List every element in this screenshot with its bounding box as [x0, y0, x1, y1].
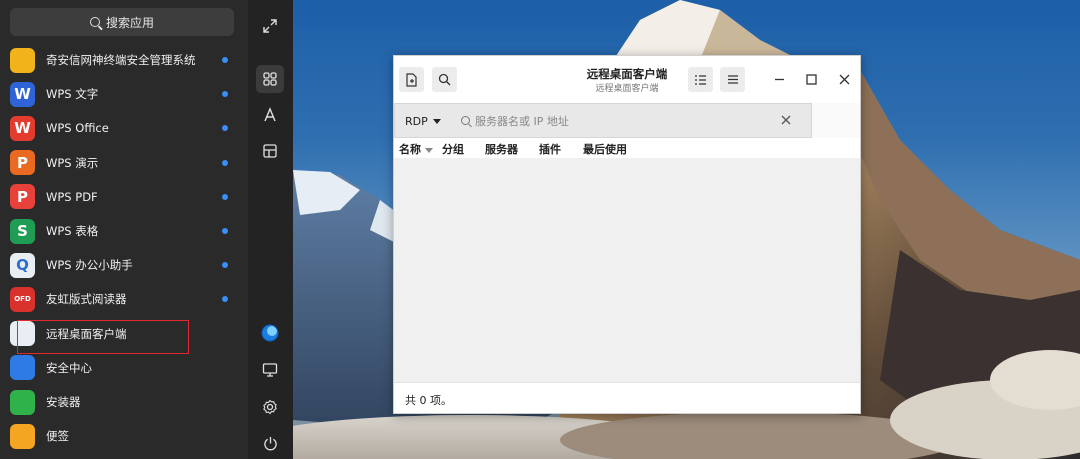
new-connection-icon: [406, 72, 417, 87]
hamburger-menu-icon: [727, 75, 738, 84]
new-app-indicator: [222, 193, 228, 200]
new-app-indicator: [222, 91, 228, 98]
maximize-button[interactable]: [801, 69, 821, 89]
wps-spreadsheet-icon: S: [10, 218, 35, 244]
connection-list[interactable]: [394, 158, 860, 382]
quick-connect-bar: RDP: [394, 103, 812, 138]
connection-list-header: 名称 分组 服务器 插件 最后使用: [394, 138, 860, 158]
app-item[interactable]: Q WPS 办公小助手: [0, 248, 248, 282]
app-item[interactable]: OFD 友虹版式阅读器: [0, 282, 248, 316]
wps-writer-icon: W: [10, 81, 35, 107]
notes-icon: [10, 423, 35, 449]
app-label: 奇安信网神终端安全管理系统: [46, 53, 196, 67]
close-icon: [839, 74, 849, 84]
clear-icon: [781, 115, 791, 125]
settings-gear-icon[interactable]: [256, 393, 284, 421]
search-icon: [438, 73, 451, 86]
column-group[interactable]: 分组: [442, 141, 464, 157]
main-menu-button[interactable]: [720, 67, 745, 92]
app-label: WPS 办公小助手: [46, 258, 133, 273]
installer-icon: [10, 389, 35, 415]
launcher-sidebar: [248, 0, 293, 459]
app-label: WPS Office: [46, 121, 109, 136]
app-label: WPS PDF: [46, 189, 98, 204]
app-item[interactable]: S WPS 表格: [0, 214, 248, 248]
list-view-icon: [695, 74, 706, 85]
app-label: 友虹版式阅读器: [46, 292, 127, 307]
app-label: WPS 演示: [46, 155, 99, 170]
protocol-value: RDP: [405, 114, 428, 128]
column-server[interactable]: 服务器: [485, 141, 518, 157]
new-connection-button[interactable]: [399, 67, 424, 92]
search-apps-box[interactable]: 搜索应用: [10, 8, 234, 36]
window-subtitle: 远程桌面客户端: [595, 84, 659, 94]
computer-icon[interactable]: [256, 356, 284, 384]
new-app-indicator: [222, 262, 228, 269]
protocol-dropdown[interactable]: RDP: [405, 112, 441, 130]
app-item[interactable]: W WPS Office: [0, 111, 248, 145]
column-name[interactable]: 名称: [399, 141, 433, 157]
app-label: WPS 文字: [46, 87, 99, 102]
sort-descending-icon: [425, 147, 433, 153]
status-bar: 共 0 项。: [394, 382, 860, 413]
maximize-icon: [805, 73, 817, 85]
close-button[interactable]: [834, 69, 854, 89]
app-label: 安装器: [46, 395, 81, 409]
app-item[interactable]: 安全中心: [0, 351, 248, 385]
column-last-used[interactable]: 最后使用: [583, 141, 627, 157]
app-label: WPS 表格: [46, 224, 99, 238]
expand-fullscreen-icon[interactable]: [256, 12, 284, 40]
app-item[interactable]: W WPS 文字: [0, 77, 248, 111]
new-app-indicator: [222, 57, 228, 63]
list-view-button[interactable]: [688, 67, 713, 92]
new-app-indicator: [222, 228, 228, 234]
app-item[interactable]: P WPS PDF: [0, 180, 248, 214]
window-title: 远程桌面客户端: [586, 67, 668, 81]
app-item[interactable]: 奇安信网神终端安全管理系统: [0, 43, 248, 77]
column-plugin[interactable]: 插件: [539, 141, 561, 157]
app-launcher: 搜索应用 奇安信网神终端安全管理系统 W WPS 文字 W WPS Office P WPS…: [0, 0, 293, 459]
search-apps-label: 搜索应用: [105, 15, 154, 30]
new-app-indicator: [222, 296, 228, 303]
power-icon[interactable]: [256, 429, 284, 457]
new-app-indicator: [222, 159, 228, 166]
app-item[interactable]: 便签: [0, 419, 248, 453]
ofd-reader-icon: OFD: [10, 286, 35, 312]
window-titlebar: 远程桌面客户端 远程桌面客户端: [394, 56, 860, 103]
security-center-icon: [10, 355, 35, 381]
minimize-icon: [774, 78, 784, 80]
app-list-column: 搜索应用 奇安信网神终端安全管理系统 W WPS 文字 W WPS Office P WPS…: [0, 0, 248, 459]
browser-icon[interactable]: [256, 319, 284, 347]
server-address-input[interactable]: [457, 110, 797, 132]
app-label: 便签: [46, 429, 69, 444]
app-item[interactable]: 远程桌面客户端: [0, 317, 248, 351]
wps-office-icon: W: [10, 115, 35, 141]
qianxin-icon: [10, 47, 35, 73]
chevron-down-icon: [432, 118, 441, 124]
clear-input-button[interactable]: [778, 112, 794, 128]
app-item[interactable]: P WPS 演示: [0, 146, 248, 180]
remote-desktop-window: 远程桌面客户端 远程桌面客户端 RDP 名称 分组 服务器 插: [393, 55, 861, 414]
category-view-icon[interactable]: [256, 137, 284, 165]
app-item[interactable]: 安装器: [0, 385, 248, 419]
search-button[interactable]: [432, 67, 457, 92]
search-icon: [89, 17, 100, 27]
remote-desktop-icon: [10, 321, 35, 347]
wps-assistant-icon: Q: [10, 252, 35, 278]
alphabetical-sort-icon[interactable]: [256, 101, 284, 129]
app-label: 安全中心: [46, 360, 92, 375]
new-app-indicator: [222, 125, 228, 132]
wps-presentation-icon: P: [10, 150, 35, 176]
item-count-status: 共 0 项。: [405, 394, 452, 407]
minimize-button[interactable]: [769, 69, 789, 89]
wps-pdf-icon: P: [10, 184, 35, 210]
all-apps-grid-icon[interactable]: [256, 65, 284, 93]
app-label: 远程桌面客户端: [46, 326, 127, 341]
